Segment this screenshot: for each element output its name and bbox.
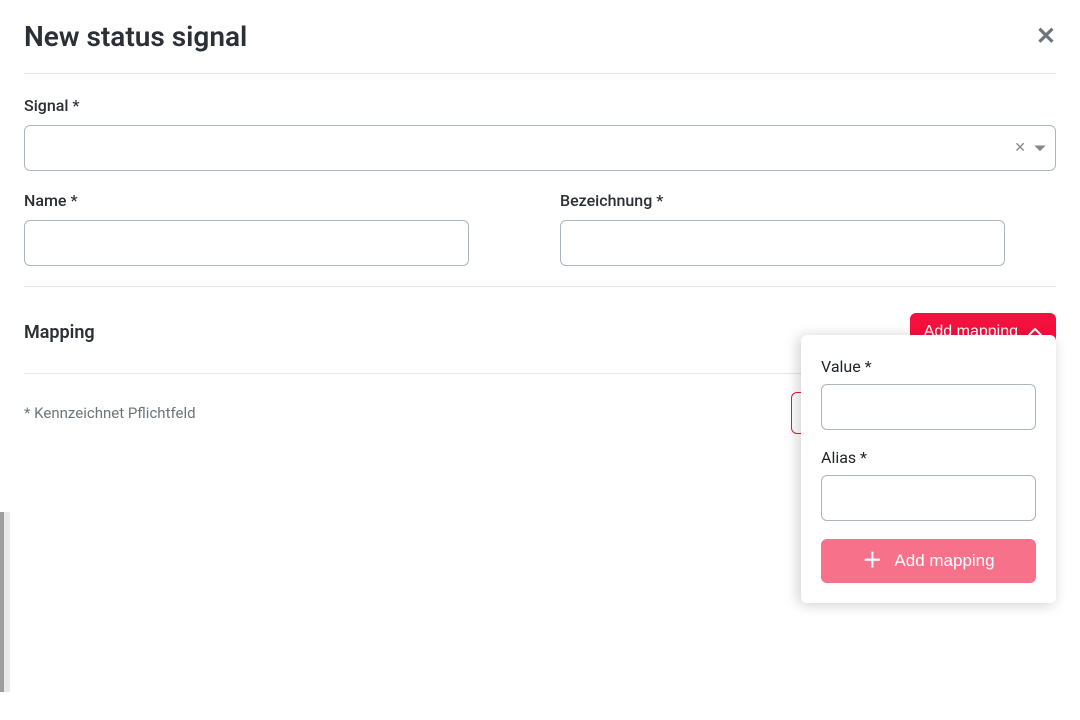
signal-select-wrapper: ✕ <box>24 125 1056 171</box>
signal-field-group: Signal * ✕ <box>24 96 1056 171</box>
modal-header: New status signal ✕ <box>24 20 1056 74</box>
name-designation-row: Name * Bezeichnung * <box>24 191 1056 286</box>
signal-label: Signal * <box>24 96 1056 115</box>
popover-value-label: Value * <box>821 357 1036 376</box>
name-field-group: Name * <box>24 191 520 266</box>
close-button[interactable]: ✕ <box>1036 25 1056 49</box>
add-mapping-popover: Value * Alias * ＋ Add mapping <box>801 335 1056 603</box>
popover-value-group: Value * <box>821 357 1036 430</box>
mapping-title: Mapping <box>24 322 95 343</box>
clear-icon[interactable]: ✕ <box>1014 140 1026 156</box>
mapping-section-header: Mapping Add mapping Value * Alias * ＋ Ad… <box>24 286 1056 373</box>
required-footnote: * Kennzeichnet Pflichtfeld <box>24 404 196 422</box>
popover-alias-input[interactable] <box>821 475 1036 521</box>
designation-field-group: Bezeichnung * <box>560 191 1056 266</box>
popover-value-input[interactable] <box>821 384 1036 430</box>
scrollbar-fragment[interactable] <box>0 512 10 692</box>
designation-input[interactable] <box>560 220 1005 266</box>
name-label: Name * <box>24 191 520 210</box>
popover-alias-group: Alias * <box>821 448 1036 521</box>
new-status-signal-modal: New status signal ✕ Signal * ✕ Name * Be… <box>24 20 1056 434</box>
chevron-down-icon[interactable] <box>1034 144 1046 152</box>
plus-icon: ＋ <box>862 551 882 571</box>
modal-title: New status signal <box>24 20 247 53</box>
popover-add-mapping-label: Add mapping <box>894 551 994 571</box>
popover-add-mapping-button[interactable]: ＋ Add mapping <box>821 539 1036 583</box>
close-icon: ✕ <box>1036 23 1056 50</box>
designation-label: Bezeichnung * <box>560 191 1056 210</box>
popover-alias-label: Alias * <box>821 448 1036 467</box>
name-input[interactable] <box>24 220 469 266</box>
signal-select[interactable] <box>24 125 1056 171</box>
